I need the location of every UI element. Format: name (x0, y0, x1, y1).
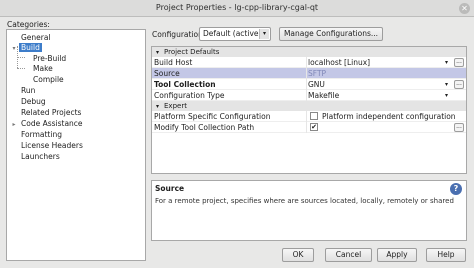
property-row-source[interactable]: Source SFTP (152, 68, 466, 79)
section-expert[interactable]: ▾ Expert (152, 101, 466, 111)
chevron-down-icon[interactable]: ▾ (445, 81, 448, 88)
description-panel: Source ? For a remote project, specifies… (151, 180, 467, 241)
category-label: Pre-Build (33, 54, 67, 63)
property-sheet: ▾ Project Defaults Build Host localhost [… (151, 46, 467, 174)
collapse-icon[interactable]: ▾ (9, 43, 19, 54)
window-title: Project Properties - lg-cpp-library-cgal… (155, 3, 319, 12)
category-label: Launchers (21, 152, 60, 161)
platform-checkbox[interactable] (310, 112, 318, 120)
section-project-defaults[interactable]: ▾ Project Defaults (152, 47, 466, 57)
property-row-tool-collection[interactable]: Tool Collection GNU ▾ ... (152, 79, 466, 90)
help-icon[interactable]: ? (450, 183, 462, 195)
category-label: Formatting (21, 130, 62, 139)
ok-button[interactable]: OK (282, 248, 314, 262)
divider (306, 79, 307, 90)
property-row-configuration-type[interactable]: Configuration Type Makefile ▾ (152, 90, 466, 101)
property-key: Tool Collection (154, 80, 216, 89)
manage-configurations-button[interactable]: Manage Configurations... (279, 27, 383, 41)
chevron-down-icon[interactable]: ▾ (445, 59, 448, 66)
property-key: Build Host (154, 58, 193, 67)
property-value: Makefile (308, 91, 340, 100)
cancel-button[interactable]: Cancel (325, 248, 372, 262)
chevron-down-icon[interactable]: ▾ (259, 29, 269, 39)
property-value: localhost [Linux] (308, 58, 371, 67)
configuration-value: Default (active) (203, 29, 262, 38)
category-code-assistance[interactable]: ▸ Code Assistance (9, 118, 85, 129)
category-label: Build (19, 43, 42, 52)
divider (306, 90, 307, 101)
configuration-label: Configuration: (152, 30, 206, 39)
categories-tree[interactable]: General ▾ Build Pre-Build Make Compile Ru… (6, 29, 146, 261)
category-label: Run (21, 86, 36, 95)
description-title: Source (155, 184, 185, 193)
divider (306, 57, 307, 68)
categories-label: Categories: (7, 20, 50, 29)
chevron-down-icon[interactable]: ▾ (445, 92, 448, 99)
configuration-select[interactable]: Default (active) ▾ (199, 27, 271, 41)
category-debug[interactable]: Debug (9, 96, 48, 107)
section-title: Expert (164, 102, 187, 110)
section-title: Project Defaults (164, 48, 220, 56)
category-label: License Headers (21, 141, 83, 150)
property-value: Platform independent configuration (322, 112, 456, 121)
apply-button[interactable]: Apply (377, 248, 417, 262)
property-key: Modify Tool Collection Path (154, 123, 255, 132)
divider (306, 122, 307, 133)
modify-path-checkbox[interactable]: ✔ (310, 123, 318, 131)
close-icon[interactable]: ✕ (459, 3, 470, 14)
category-launchers[interactable]: Launchers (9, 151, 62, 162)
property-key: Configuration Type (154, 91, 225, 100)
category-label: Debug (21, 97, 46, 106)
description-text: For a remote project, specifies where ar… (155, 197, 454, 205)
divider (306, 68, 307, 79)
property-key: Platform Specific Configuration (154, 112, 271, 121)
title-bar: Project Properties - lg-cpp-library-cgal… (0, 0, 474, 17)
ellipsis-button[interactable]: ... (454, 80, 464, 89)
property-row-modify-tool-path[interactable]: Modify Tool Collection Path ✔ ... (152, 122, 466, 133)
category-label: Code Assistance (21, 119, 83, 128)
category-label: Compile (33, 75, 64, 84)
category-compile[interactable]: Compile (21, 74, 66, 85)
property-row-build-host[interactable]: Build Host localhost [Linux] ▾ ... (152, 57, 466, 68)
category-build[interactable]: ▾ Build (9, 42, 42, 53)
category-make[interactable]: Make (21, 63, 55, 74)
property-value: SFTP (308, 69, 327, 78)
category-license-headers[interactable]: License Headers (9, 140, 85, 151)
category-run[interactable]: Run (9, 85, 37, 96)
property-value: GNU (308, 80, 325, 89)
divider (306, 111, 307, 122)
property-row-platform-specific[interactable]: Platform Specific Configuration Platform… (152, 111, 466, 122)
category-related-projects[interactable]: Related Projects (9, 107, 83, 118)
help-button[interactable]: Help (426, 248, 466, 262)
category-label: General (21, 33, 51, 42)
category-label: Make (33, 64, 53, 73)
category-label: Related Projects (21, 108, 82, 117)
property-key: Source (154, 69, 180, 78)
ellipsis-button[interactable]: ... (454, 58, 464, 67)
ellipsis-button[interactable]: ... (454, 123, 464, 132)
category-formatting[interactable]: Formatting (9, 129, 64, 140)
